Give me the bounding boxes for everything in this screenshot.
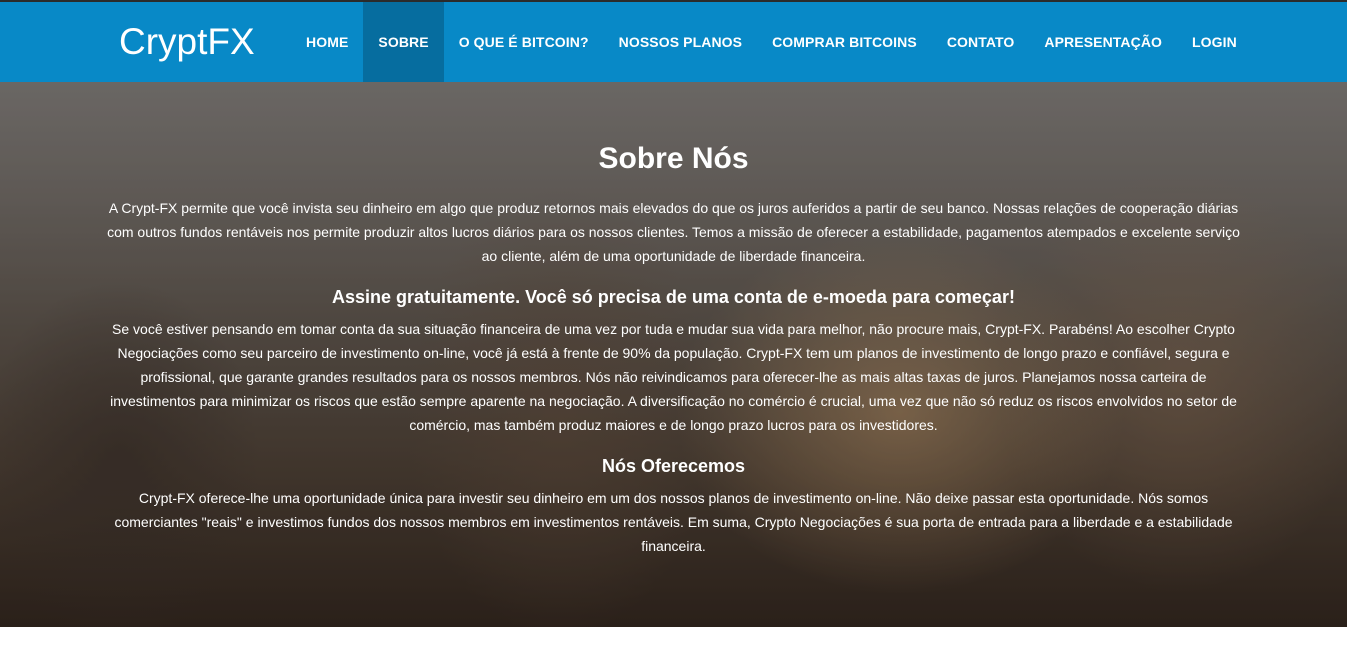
investment-paragraph: Se você estiver pensando em tomar conta … (110, 321, 1237, 433)
nav-apresentacao[interactable]: APRESENTAÇÃO (1029, 2, 1177, 82)
navbar: CryptFX HOME SOBRE O QUE É BITCOIN? NOSS… (0, 2, 1347, 82)
about-content: Sobre Nós A Crypt-FX permite que você in… (104, 82, 1243, 558)
page-title: Sobre Nós (598, 142, 749, 175)
nav-contato[interactable]: CONTATO (932, 2, 1030, 82)
offer-heading: Nós Oferecemos (601, 456, 746, 476)
about-hero-section: Sobre Nós A Crypt-FX permite que você in… (0, 82, 1347, 627)
nav-comprar-bitcoins[interactable]: COMPRAR BITCOINS (757, 2, 932, 82)
brand-logo[interactable]: CryptFX (119, 20, 255, 64)
nav-nossos-planos[interactable]: NOSSOS PLANOS (604, 2, 757, 82)
nav-o-que-e-bitcoin[interactable]: O QUE É BITCOIN? (444, 2, 604, 82)
nav-home[interactable]: HOME (291, 2, 363, 82)
main-nav: HOME SOBRE O QUE É BITCOIN? NOSSOS PLANO… (291, 2, 1252, 82)
nav-login[interactable]: LOGIN (1177, 2, 1252, 82)
intro-paragraph: A Crypt-FX permite que você invista seu … (107, 200, 1240, 264)
offer-paragraph: Crypt-FX oferece-lhe uma oportunidade ún… (114, 490, 1233, 554)
nav-sobre[interactable]: SOBRE (363, 2, 444, 82)
signup-heading: Assine gratuitamente. Você só precisa de… (332, 287, 1015, 307)
